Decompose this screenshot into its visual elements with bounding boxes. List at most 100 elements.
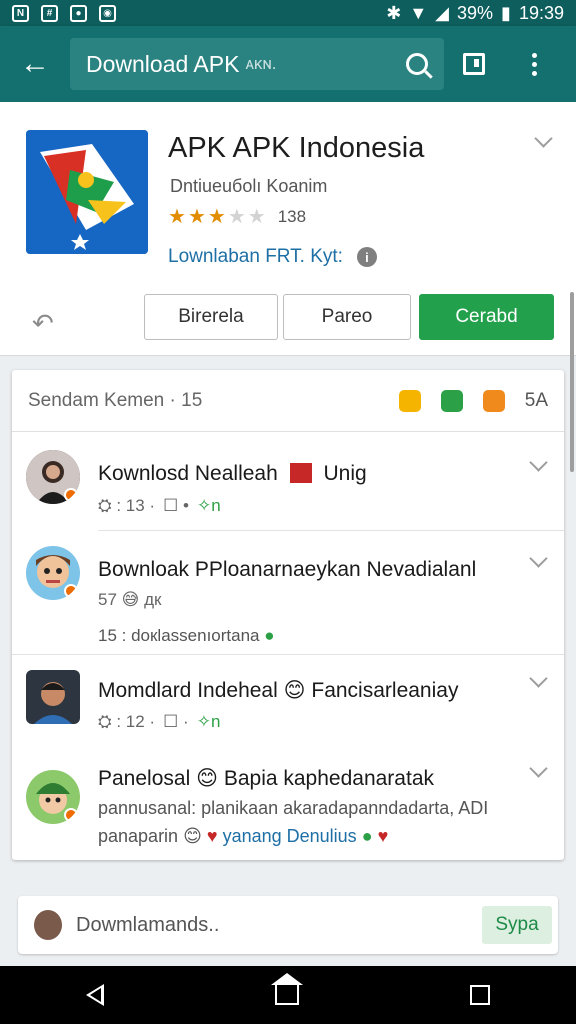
review-likes[interactable]: ⛭ : 13 · bbox=[98, 496, 155, 516]
review-title-tail: Unig bbox=[323, 462, 367, 485]
flag-icon bbox=[289, 463, 312, 483]
rating: ★ ★ ★ ★ ★ 138 bbox=[168, 204, 306, 229]
reviews-header: Sendam Kemen · 15 5А bbox=[12, 370, 564, 432]
second-action-button[interactable]: Pareo bbox=[283, 294, 411, 340]
review-title-text: Kownlosd Nealleah bbox=[98, 462, 278, 485]
emoji-icon: 😊 bbox=[196, 767, 218, 790]
status-bar: N # ● ◉ ✱ ▼ ◢ 39% ▮ 19:39 bbox=[0, 0, 576, 26]
heart-icon: ♥ bbox=[206, 826, 218, 846]
avatar[interactable] bbox=[26, 450, 80, 504]
chat-bubble-icon: ● bbox=[361, 826, 373, 846]
review-title: Kownlosd Nealleah Unig bbox=[98, 462, 367, 486]
nav-recents-icon[interactable] bbox=[470, 985, 491, 1005]
bluetooth-icon: ✱ bbox=[386, 2, 402, 23]
review-subtext-text: 15 : doкlassenıortana bbox=[98, 626, 260, 645]
search-query: Download APK bbox=[86, 50, 240, 77]
avatar[interactable] bbox=[26, 670, 80, 724]
download-link-text: Lownlaban FRT. Kyt: bbox=[168, 246, 343, 267]
chevron-down-icon[interactable] bbox=[529, 549, 548, 568]
review-title: Bownloak PPloanarnaeykan Nevadialanl bbox=[98, 558, 477, 581]
review-text-line: pannusanal: planikaan akaradapanndadarta… bbox=[98, 798, 489, 818]
avatar[interactable] bbox=[26, 770, 80, 824]
app-title: APK APK Indonesia bbox=[168, 132, 425, 164]
avatar-badge bbox=[64, 584, 78, 598]
scrollbar[interactable] bbox=[570, 292, 574, 472]
notification-icons: N # ● ◉ bbox=[12, 4, 116, 22]
review-item[interactable]: Momdlard Indeheal 😊 Fancisarleaniay ⛭ : … bbox=[12, 654, 564, 754]
calendar-icon: # bbox=[41, 4, 58, 22]
first-action-button[interactable]: Birerela bbox=[144, 294, 278, 340]
signal-icon: ◢ bbox=[435, 2, 450, 23]
rating-count: 138 bbox=[277, 206, 307, 226]
review-item[interactable]: Kownlosd Nealleah Unig ⛭ : 13 · ☐ • ✧n bbox=[12, 432, 564, 530]
review-title-text: Momdlard Indeheal bbox=[98, 679, 278, 702]
more-vert-icon bbox=[531, 52, 537, 76]
reaction-icons bbox=[398, 389, 505, 412]
review-subtext: 15 : doкlassenıortana ● bbox=[98, 626, 275, 646]
system-nav-bar bbox=[0, 966, 576, 1024]
media-icon: ◉ bbox=[99, 4, 116, 22]
review-comment[interactable]: ☐ • bbox=[163, 496, 189, 516]
reviews-card: Sendam Kemen · 15 5А Kownlosd Nealleah U… bbox=[12, 370, 564, 860]
send-button[interactable]: Sypa bbox=[482, 906, 552, 944]
search-icon[interactable] bbox=[406, 53, 428, 75]
review-likes[interactable]: ⛭ : 12 · bbox=[98, 712, 155, 732]
review-item[interactable]: Panelosal 😊 Bapia kaphedanaratak pannusa… bbox=[12, 754, 564, 860]
emoji-icon: 😊 bbox=[183, 826, 202, 846]
chat-icon[interactable] bbox=[440, 389, 463, 412]
bookmark-button[interactable] bbox=[444, 26, 504, 102]
share-back-icon[interactable]: ↶ bbox=[32, 308, 54, 339]
battery-icon: ▮ bbox=[501, 2, 511, 23]
photo-icon: ● bbox=[70, 4, 87, 22]
download-link[interactable]: Lownlaban FRT. Kyt: i bbox=[168, 246, 377, 268]
orange-badge-icon[interactable] bbox=[482, 389, 505, 412]
search-query-suffix: ᴀᴋɴ. bbox=[245, 54, 277, 73]
review-title-tail: Bapia kaphedanaratak bbox=[223, 767, 434, 790]
back-arrow-icon[interactable]: ← bbox=[0, 26, 70, 102]
chevron-down-icon[interactable] bbox=[529, 453, 548, 472]
clock: 19:39 bbox=[518, 2, 564, 23]
avatar-badge bbox=[64, 488, 78, 502]
bookmark-icon bbox=[463, 53, 485, 75]
nav-back-icon[interactable] bbox=[85, 984, 104, 1006]
chat-bubble-icon: ● bbox=[264, 626, 275, 645]
nav-home-icon[interactable] bbox=[270, 973, 303, 1005]
app-card: APK APK Indonesia Dntiueuбоlı Koanim ★ ★… bbox=[0, 102, 576, 472]
comment-input[interactable] bbox=[76, 906, 466, 944]
info-icon[interactable]: i bbox=[356, 247, 377, 267]
star-empty-icon: ★ bbox=[247, 206, 266, 228]
review-text-link[interactable]: yanang Denulius bbox=[223, 826, 357, 846]
review-title-text: Panelosal bbox=[98, 767, 191, 790]
app-logo[interactable] bbox=[26, 130, 148, 254]
review-text-line: panaparin 😊 ♥ yanang Denulius ● ♥ bbox=[98, 826, 388, 847]
review-meta: 57 😅 дк bbox=[98, 590, 162, 609]
star-empty-icon: ★ bbox=[227, 206, 246, 228]
emoji-icon[interactable] bbox=[398, 389, 421, 412]
notification-icon: N bbox=[12, 4, 29, 22]
developer-name[interactable]: Dntiueuбоlı Koanim bbox=[170, 176, 327, 197]
review-share[interactable]: ✧n bbox=[197, 712, 221, 732]
review-title-tail: Fancisarleaniay bbox=[311, 679, 459, 702]
review-share[interactable]: ✧n bbox=[197, 496, 221, 516]
heart-icon: ♥ bbox=[377, 826, 389, 846]
review-meta: ⛭ : 13 · ☐ • ✧n bbox=[98, 496, 221, 516]
chevron-down-icon[interactable] bbox=[529, 669, 548, 688]
chevron-down-icon[interactable] bbox=[534, 129, 553, 148]
install-button[interactable]: Cerabd bbox=[419, 294, 554, 340]
star-icon: ★ bbox=[187, 206, 206, 228]
battery-percent: 39% bbox=[457, 2, 494, 23]
app-bar: ← Download APK ᴀᴋɴ. bbox=[0, 26, 576, 102]
review-item[interactable]: Bownloak PPloanarnaeykan Nevadialanl 57 … bbox=[12, 530, 564, 654]
avatar[interactable] bbox=[26, 546, 80, 600]
reviews-header-title: Sendam Kemen · 15 bbox=[28, 389, 203, 411]
user-avatar bbox=[34, 910, 62, 940]
review-comment[interactable]: ☐ · bbox=[163, 712, 189, 732]
review-title: Panelosal 😊 Bapia kaphedanaratak bbox=[98, 766, 434, 791]
emoji-icon: 😊 bbox=[283, 679, 306, 702]
review-title: Momdlard Indeheal 😊 Fancisarleaniay bbox=[98, 678, 458, 703]
overflow-menu-button[interactable] bbox=[504, 26, 564, 102]
review-meta: ⛭ : 12 · ☐ · ✧n bbox=[98, 712, 220, 732]
search-field[interactable]: Download APK ᴀᴋɴ. bbox=[70, 38, 444, 90]
review-text-start: panaparin bbox=[98, 826, 179, 846]
chevron-down-icon[interactable] bbox=[529, 759, 548, 778]
